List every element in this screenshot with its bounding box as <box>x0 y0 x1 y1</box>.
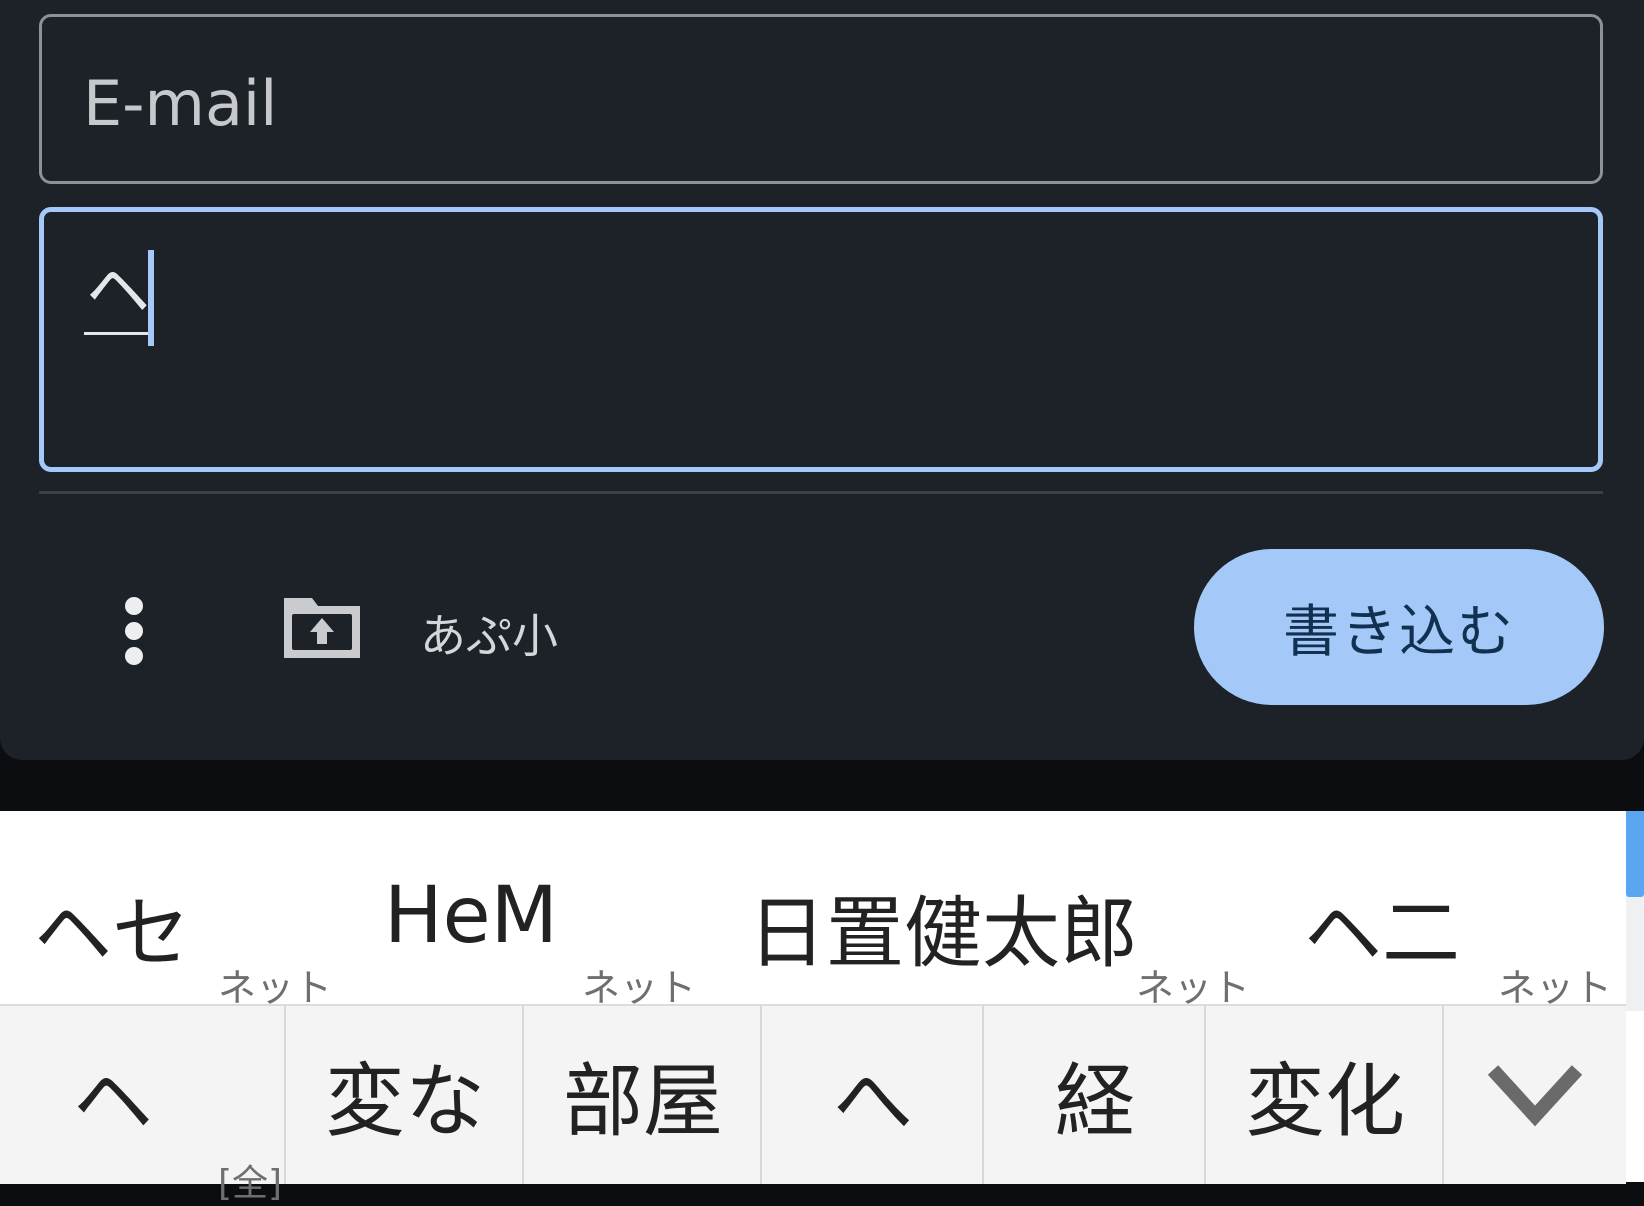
key-5-label: 経 <box>1055 1055 1135 1148</box>
key-2[interactable]: 変な <box>284 1006 524 1184</box>
scrollbar-thumb[interactable] <box>1626 811 1644 897</box>
ime-keyboard: ヘセ ネット HeM ネット 日置健太郎 ネット ヘ二 ネット ヘ [全] 変な… <box>0 811 1644 1204</box>
candidate-2[interactable]: HeM <box>384 871 558 961</box>
candidate-3[interactable]: 日置健太郎 <box>748 871 1138 983</box>
key-2-label: 変な <box>325 1055 485 1148</box>
key-3[interactable]: 部屋 <box>522 1006 762 1184</box>
expand-candidates-key[interactable] <box>1442 1006 1626 1184</box>
more-vert-icon[interactable] <box>114 592 154 670</box>
submit-button[interactable]: 書き込む <box>1194 549 1604 705</box>
upload-folder-icon[interactable] <box>280 592 364 662</box>
full-width-badge: [全] <box>218 1163 283 1204</box>
candidate-4[interactable]: ヘ二 <box>1304 871 1460 983</box>
candidate-1[interactable]: ヘセ <box>34 871 190 983</box>
composing-text: ヘ <box>84 252 152 335</box>
key-1-label: ヘ <box>73 1055 153 1148</box>
conversion-key-row: ヘ [全] 変な 部屋 へ 経 変化 <box>0 1004 1626 1204</box>
key-6-label: 変化 <box>1245 1055 1405 1148</box>
candidate-scrollbar[interactable] <box>1626 811 1644 1011</box>
key-5[interactable]: 経 <box>982 1006 1206 1184</box>
email-placeholder: E-mail <box>83 67 278 140</box>
reply-form-panel: E-mail ヘ あぷ小 書き込む <box>0 0 1644 760</box>
key-6[interactable]: 変化 <box>1204 1006 1444 1184</box>
key-4[interactable]: へ <box>760 1006 984 1184</box>
key-4-label: へ <box>833 1055 913 1148</box>
attached-file-label: あぷ小 <box>420 609 558 663</box>
email-field[interactable]: E-mail <box>39 14 1603 184</box>
form-divider <box>39 491 1603 494</box>
key-3-label: 部屋 <box>563 1055 723 1148</box>
text-caret <box>148 250 154 346</box>
key-1[interactable]: ヘ [全] <box>0 1006 286 1204</box>
message-field[interactable]: ヘ <box>39 207 1603 472</box>
chevron-down-icon <box>1487 1065 1583 1127</box>
